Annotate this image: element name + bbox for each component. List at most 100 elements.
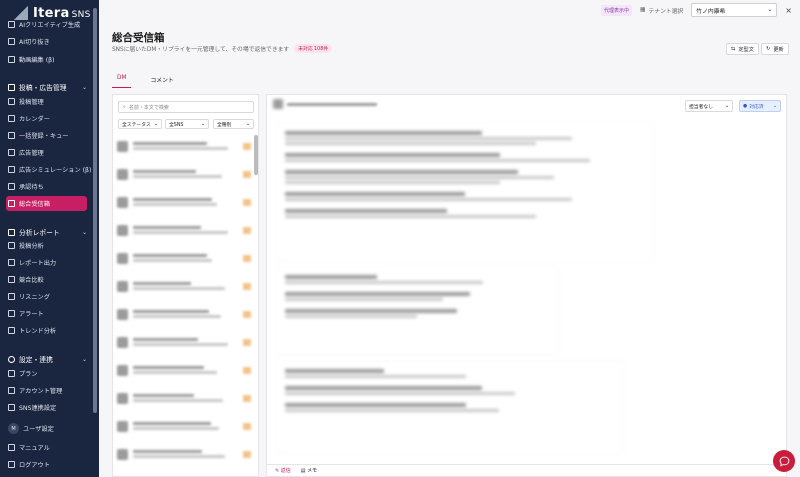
tab-reply[interactable]: ✎ 返信 bbox=[275, 467, 291, 474]
sidebar-item-post-analysis[interactable]: 投稿分析 bbox=[6, 238, 87, 253]
list-item[interactable] bbox=[117, 415, 251, 437]
section-settings[interactable]: 設定・連携 ⌄ bbox=[6, 354, 87, 364]
list-item[interactable] bbox=[117, 443, 251, 465]
list-item[interactable] bbox=[117, 331, 251, 353]
list-item[interactable] bbox=[117, 359, 251, 381]
document-icon bbox=[8, 98, 15, 105]
sidebar-item-competitor[interactable]: 競合比較 bbox=[6, 272, 87, 287]
sidebar-item-calendar[interactable]: カレンダー bbox=[6, 111, 87, 126]
logo-icon bbox=[14, 6, 28, 20]
refresh-icon: ↻ bbox=[766, 46, 771, 52]
sidebar-item-sns-link[interactable]: SNS連携設定 bbox=[6, 400, 87, 415]
list-item[interactable] bbox=[117, 191, 251, 213]
list-item[interactable] bbox=[117, 163, 251, 185]
bell-icon bbox=[8, 310, 15, 317]
chevron-down-icon: ⌄ bbox=[772, 103, 777, 109]
sidebar-item-approval[interactable]: 承認待ち bbox=[6, 179, 87, 194]
page-subtitle: SNSに届いたDM・リプライを一元管理して、その場で返信できます 未対応 108件 bbox=[112, 44, 333, 53]
status-filter[interactable]: 全ステータス ⌄ bbox=[118, 119, 162, 129]
tenant-select[interactable]: 竹ノ内康希 ⌄ bbox=[691, 3, 778, 17]
chevron-down-icon: ⌄ bbox=[81, 355, 87, 363]
sidebar-item-ads[interactable]: 広告管理 bbox=[6, 145, 87, 160]
calendar-icon bbox=[8, 115, 15, 122]
close-icon[interactable]: × bbox=[785, 6, 792, 15]
sidebar-scrollbar[interactable] bbox=[93, 8, 97, 413]
user-icon bbox=[8, 387, 15, 394]
avatar: M bbox=[8, 423, 19, 434]
avatar bbox=[117, 448, 128, 460]
sidebar-item-report[interactable]: レポート出力 bbox=[6, 255, 87, 270]
message-list-pane: ⌕ 名前・本文で検索 全ステータス ⌄ 全SNS ⌄ 全種別 ⌄ bbox=[112, 94, 259, 477]
sidebar-item-account[interactable]: アカウント管理 bbox=[6, 383, 87, 398]
unread-badge: 未対応 108件 bbox=[294, 44, 333, 53]
user-settings[interactable]: M ユーザ設定 bbox=[6, 421, 87, 436]
sidebar-item-alert[interactable]: アラート bbox=[6, 306, 87, 321]
avatar bbox=[117, 252, 128, 264]
sidebar-item-trend[interactable]: トレンド分析 bbox=[6, 323, 87, 338]
status-select[interactable]: ● 対応済 ⌄ bbox=[739, 100, 781, 112]
avatar bbox=[117, 392, 128, 404]
sidebar-item-manual[interactable]: マニュアル bbox=[6, 440, 87, 455]
bar-chart-icon bbox=[8, 228, 15, 236]
type-filter[interactable]: 全種別 ⌄ bbox=[213, 119, 254, 129]
section-posts[interactable]: 投稿・広告管理 ⌄ bbox=[6, 82, 87, 92]
link-icon bbox=[8, 404, 15, 411]
send-icon bbox=[8, 83, 15, 91]
chat-bubble-icon bbox=[779, 456, 789, 467]
list-item[interactable] bbox=[117, 275, 251, 297]
chat-button[interactable] bbox=[773, 450, 795, 472]
list-item[interactable] bbox=[117, 135, 251, 157]
list-item[interactable] bbox=[117, 219, 251, 241]
scissors-icon bbox=[8, 38, 15, 45]
app-logo[interactable]: Itera SNS bbox=[14, 5, 91, 21]
search-input[interactable]: ⌕ 名前・本文で検索 bbox=[118, 101, 254, 113]
trend-icon bbox=[8, 327, 15, 334]
tab-note[interactable]: ▤ メモ bbox=[301, 467, 317, 474]
message-bubble bbox=[277, 267, 557, 355]
avatar bbox=[117, 140, 128, 152]
download-icon bbox=[8, 259, 15, 266]
refresh-button[interactable]: ↻ 更新 bbox=[761, 43, 789, 55]
inbox-tabs: DM コメント bbox=[112, 75, 179, 88]
list-scrollbar[interactable] bbox=[254, 135, 258, 175]
logout-icon bbox=[8, 461, 15, 468]
list-icon bbox=[8, 132, 15, 139]
assignee-select[interactable]: 担当者なし ⌄ bbox=[685, 100, 733, 112]
list-item[interactable] bbox=[117, 247, 251, 269]
proxy-badge: 代理表示中 bbox=[601, 4, 633, 16]
analytics-icon bbox=[8, 242, 15, 249]
sidebar-item-video-edit[interactable]: 動画編集 (β) bbox=[6, 52, 87, 67]
sidebar-item-inbox[interactable]: 総合受信箱 bbox=[6, 196, 87, 211]
section-reports[interactable]: 分析レポート ⌄ bbox=[6, 227, 87, 237]
chevron-down-icon: ⌄ bbox=[200, 121, 205, 127]
sidebar-item-post-manage[interactable]: 投稿管理 bbox=[6, 94, 87, 109]
list-item[interactable] bbox=[117, 303, 251, 325]
search-icon: ⌕ bbox=[123, 104, 126, 110]
chevron-down-icon: ⌄ bbox=[81, 83, 87, 91]
sidebar-item-ad-sim[interactable]: 広告シミュレーション (β) bbox=[6, 162, 91, 177]
chevron-down-icon: ⌄ bbox=[81, 228, 87, 236]
avatar bbox=[117, 364, 128, 376]
sidebar-item-logout[interactable]: ログアウト bbox=[6, 457, 87, 472]
sidebar-item-ai-clip[interactable]: AI切り抜き bbox=[6, 34, 87, 49]
list-item[interactable] bbox=[117, 387, 251, 409]
sidebar-item-listening[interactable]: リスニング bbox=[6, 289, 87, 304]
chevron-down-icon: ⌄ bbox=[724, 103, 729, 109]
compare-icon bbox=[8, 276, 15, 283]
sidebar-item-plan[interactable]: プラン bbox=[6, 366, 87, 381]
tab-dm[interactable]: DM bbox=[112, 75, 132, 88]
sidebar-item-bulk[interactable]: 一括登録・キュー bbox=[6, 128, 87, 143]
building-icon: ▦ bbox=[640, 7, 646, 13]
avatar bbox=[117, 168, 128, 180]
template-button[interactable]: ⇆ 定型文 bbox=[726, 43, 759, 55]
reply-bar: ✎ 返信 ▤ メモ bbox=[267, 464, 786, 476]
sns-filter[interactable]: 全SNS ⌄ bbox=[165, 119, 209, 129]
ear-icon bbox=[8, 293, 15, 300]
gear-icon bbox=[8, 355, 15, 363]
conversation-pane: 担当者なし ⌄ ● 対応済 ⌄ ✎ 返信 ▤ メモ bbox=[266, 94, 787, 477]
avatar bbox=[117, 336, 128, 348]
dot-icon: ● bbox=[743, 103, 748, 109]
page-title: 総合受信箱 bbox=[112, 32, 165, 44]
megaphone-icon bbox=[8, 149, 15, 156]
tab-comment[interactable]: コメント bbox=[145, 75, 178, 88]
